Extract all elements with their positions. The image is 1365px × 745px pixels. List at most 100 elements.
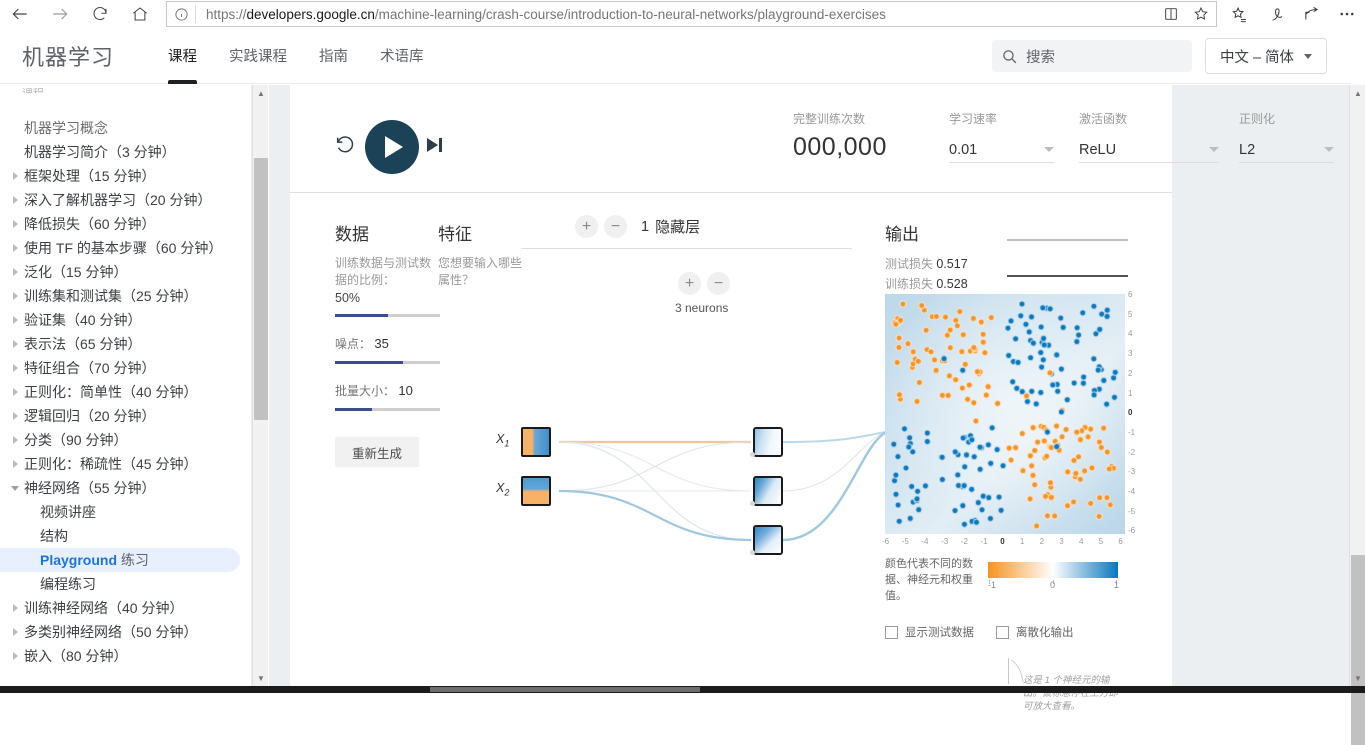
scroll-up-icon[interactable]: ▲ xyxy=(1350,85,1365,101)
chevron-right-icon[interactable] xyxy=(8,220,22,228)
sidebar-item-3[interactable]: 深入了解机器学习（20 分钟） xyxy=(0,188,251,212)
back-arrow-icon[interactable] xyxy=(0,0,40,28)
scroll-down-icon[interactable]: ▼ xyxy=(253,670,269,686)
noise-slider[interactable] xyxy=(335,361,440,364)
regenerate-button[interactable]: 重新生成 xyxy=(335,437,419,467)
sidebar-item-16[interactable]: 视频讲座 xyxy=(0,500,251,524)
remove-neuron-button[interactable]: − xyxy=(707,272,730,295)
home-icon[interactable] xyxy=(120,0,160,28)
sidebar-item-14[interactable]: 正则化：稀疏性（45 分钟） xyxy=(0,452,251,476)
sidebar-scroll-thumb[interactable] xyxy=(254,158,268,420)
sidebar-item-1[interactable]: 机器学习简介（3 分钟） xyxy=(0,140,251,164)
sidebar-item-9[interactable]: 表示法（65 分钟） xyxy=(0,332,251,356)
horizontal-scroll-thumb[interactable] xyxy=(430,687,700,692)
chevron-right-icon[interactable] xyxy=(8,412,22,420)
chevron-right-icon[interactable] xyxy=(8,244,22,252)
step-forward-button[interactable] xyxy=(427,135,449,155)
neuron-node-2[interactable] xyxy=(753,476,783,506)
bias-dot-1[interactable] xyxy=(750,452,755,457)
address-bar[interactable]: https://developers.google.cn/machine-lea… xyxy=(166,1,1217,27)
bias-dot-2[interactable] xyxy=(750,501,755,506)
url-text: https://developers.google.cn/machine-lea… xyxy=(206,6,886,22)
site-logo[interactable]: 机器学习 xyxy=(22,40,114,72)
refresh-icon[interactable] xyxy=(80,0,120,28)
chevron-right-icon[interactable] xyxy=(8,460,22,468)
page-scroll-thumb[interactable] xyxy=(1351,555,1365,745)
sidebar-item-2[interactable]: 框架处理（15 分钟） xyxy=(0,164,251,188)
remove-layer-button[interactable]: − xyxy=(604,215,627,238)
activation-select[interactable]: ReLU xyxy=(1079,137,1219,163)
sidebar-item-11[interactable]: 正则化：简单性（40 分钟） xyxy=(0,380,251,404)
chevron-right-icon[interactable] xyxy=(8,340,22,348)
chevron-right-icon[interactable] xyxy=(8,196,22,204)
chevron-right-icon[interactable] xyxy=(8,628,22,636)
sidebar-item-18[interactable]: Playground 练习 xyxy=(0,548,240,572)
chevron-right-icon[interactable] xyxy=(8,316,22,324)
sidebar-item-17[interactable]: 结构 xyxy=(0,524,251,548)
sidebar-item-10[interactable]: 特征组合（70 分钟） xyxy=(0,356,251,380)
forward-arrow-icon[interactable] xyxy=(40,0,80,28)
batch-slider[interactable] xyxy=(335,408,440,411)
checkbox-discretize-output[interactable]: 离散化输出 xyxy=(996,624,1074,640)
sidebar-item-13[interactable]: 分类（90 分钟） xyxy=(0,428,251,452)
reset-icon[interactable] xyxy=(333,133,357,157)
neuron-node-1[interactable] xyxy=(753,427,783,457)
scroll-up-icon[interactable]: ▲ xyxy=(253,85,269,101)
bias-dot-3[interactable] xyxy=(750,550,755,555)
sidebar-item-21[interactable]: 多类别神经网络（50 分钟） xyxy=(0,620,251,644)
checkbox-box[interactable] xyxy=(996,625,1009,639)
regularization-select[interactable]: L2 xyxy=(1239,137,1334,163)
feature-label-x1: X1 xyxy=(496,432,510,449)
chevron-right-icon[interactable] xyxy=(8,652,22,660)
chevron-right-icon[interactable] xyxy=(8,268,22,276)
neuron-node-3[interactable] xyxy=(753,525,783,555)
pen-icon[interactable] xyxy=(1257,0,1293,28)
sidebar-item-20[interactable]: 训练神经网络（40 分钟） xyxy=(0,596,251,620)
feature-node-x2[interactable] xyxy=(521,476,551,506)
feature-node-x1[interactable] xyxy=(521,427,551,457)
tab-courses[interactable]: 课程 xyxy=(152,28,213,84)
sidebar-item-15[interactable]: 神经网络（55 分钟） xyxy=(0,476,251,500)
language-selector[interactable]: 中文 – 简体 xyxy=(1205,38,1327,74)
data-ratio-value: 50% xyxy=(335,291,361,305)
info-circle-icon[interactable] xyxy=(167,2,195,26)
search-input[interactable]: 搜索 xyxy=(992,40,1192,72)
page-scrollbar[interactable]: ▲ ▼ xyxy=(1349,85,1365,745)
ratio-slider[interactable] xyxy=(335,314,440,317)
sidebar-item-6[interactable]: 泛化（15 分钟） xyxy=(0,260,251,284)
play-button[interactable] xyxy=(365,120,419,174)
ellipsis-icon[interactable] xyxy=(1329,0,1365,28)
tab-glossary[interactable]: 术语库 xyxy=(364,28,440,84)
output-heatmap[interactable]: 6 5 4 3 2 1 0 -1 -2 -3 -4 -5 -6 -6 -5 -4 -3 -2 -1 0 1 2 3 4 5 6 xyxy=(882,290,1135,546)
chevron-right-icon[interactable] xyxy=(8,172,22,180)
add-neuron-button[interactable]: + xyxy=(678,272,701,295)
chevron-right-icon[interactable] xyxy=(8,364,22,372)
sidebar-item-19[interactable]: 编程练习 xyxy=(0,572,251,596)
tab-guides[interactable]: 指南 xyxy=(303,28,364,84)
sidebar-item-12[interactable]: 逻辑回归（20 分钟） xyxy=(0,404,251,428)
chevron-right-icon[interactable] xyxy=(8,436,22,444)
tab-practica[interactable]: 实践课程 xyxy=(213,28,303,84)
sidebar-item-8[interactable]: 验证集（40 分钟） xyxy=(0,308,251,332)
chevron-right-icon[interactable] xyxy=(8,604,22,612)
checkbox-box[interactable] xyxy=(885,625,898,639)
share-icon[interactable] xyxy=(1293,0,1329,28)
add-layer-button[interactable]: + xyxy=(575,215,598,238)
chevron-down-icon[interactable] xyxy=(8,485,22,491)
chevron-right-icon[interactable] xyxy=(8,292,22,300)
sidebar-item-5[interactable]: 使用 TF 的基本步骤（60 分钟） xyxy=(0,236,251,260)
star-icon[interactable] xyxy=(1186,1,1216,27)
scroll-down-icon[interactable]: ▼ xyxy=(1350,670,1365,686)
sidebar-item-7[interactable]: 训练集和测试集（25 分钟） xyxy=(0,284,251,308)
learning-rate-select[interactable]: 0.01 xyxy=(949,137,1054,163)
checkbox-show-test-data[interactable]: 显示测试数据 xyxy=(885,624,974,640)
sidebar-item-label: 逻辑回归（20 分钟） xyxy=(24,408,156,424)
chevron-right-icon[interactable] xyxy=(8,388,22,396)
heatmap-canvas[interactable] xyxy=(885,294,1125,534)
sidebar-item-0[interactable]: 机器学习概念 xyxy=(0,116,251,140)
collections-icon[interactable] xyxy=(1221,0,1257,28)
book-icon[interactable] xyxy=(1156,1,1186,27)
sidebar-item-22[interactable]: 嵌入（80 分钟） xyxy=(0,644,251,668)
sidebar-item-4[interactable]: 降低损失（60 分钟） xyxy=(0,212,251,236)
sidebar-scrollbar[interactable]: ▲ ▼ xyxy=(252,85,268,686)
